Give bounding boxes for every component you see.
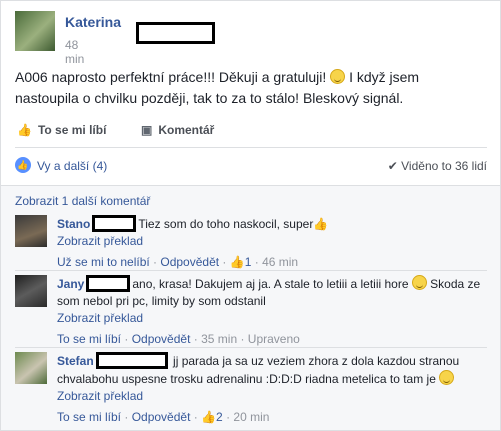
thumbs-up-icon: 👍 — [313, 217, 329, 231]
redaction-box — [136, 22, 215, 44]
commenter-name[interactable]: Stano — [57, 217, 90, 231]
checkmark-icon: ✔ — [387, 159, 402, 173]
reply-link[interactable]: Odpovědět — [160, 255, 219, 269]
redaction-box — [95, 352, 168, 369]
post-actions: 👍 To se mi líbí ▣ Komentář — [15, 120, 487, 140]
commenter-name[interactable]: Stefan — [57, 354, 94, 368]
like-count[interactable]: 2 — [216, 410, 223, 424]
reactions-summary[interactable]: Vy a další (4) — [37, 159, 107, 173]
comment-icon: ▣ — [141, 123, 153, 137]
comment-body: Jany ano, krasa! Dakujem aj ja. A stale t… — [57, 275, 485, 348]
view-more-comments-link[interactable]: Zobrazit 1 další komentář — [15, 194, 150, 208]
author-avatar[interactable] — [15, 11, 55, 51]
comment-time[interactable]: 35 min — [201, 332, 237, 346]
reply-link[interactable]: Odpovědět — [132, 332, 191, 346]
smiley-icon — [411, 275, 427, 290]
post-text: A006 naprosto perfektní práce!!! Děkuji … — [15, 67, 485, 109]
smiley-icon — [439, 370, 455, 385]
thumbs-up-icon: 👍 — [17, 123, 32, 137]
comment-text: Tiez som do toho naskocil, super — [138, 217, 314, 231]
comments-section: Zobrazit 1 další komentář Stano Tiez som … — [1, 186, 500, 430]
edited-label: Upraveno — [247, 332, 300, 346]
commenter-avatar[interactable] — [15, 275, 47, 307]
comment-button-label: Komentář — [158, 123, 215, 137]
smiley-icon — [330, 69, 346, 84]
translate-link[interactable]: Zobrazit překlad — [57, 388, 485, 405]
comment-body: Stefan jj parada ja sa uz veziem zhora z… — [57, 352, 485, 426]
redaction-box — [92, 215, 137, 232]
commenter-avatar[interactable] — [15, 215, 47, 247]
unlike-link[interactable]: Už se mi to nelíbí — [57, 255, 150, 269]
divider — [15, 147, 487, 148]
like-link[interactable]: To se mi líbí — [57, 332, 121, 346]
comment-body: Stano Tiez som do toho naskocil, super👍 Z… — [57, 215, 485, 271]
like-button-label: To se mi líbí — [37, 123, 107, 137]
comment-button[interactable]: ▣ Komentář — [141, 123, 214, 137]
comment-meta: To se mi líbí · Odpovědět · 35 min · Upr… — [57, 332, 300, 346]
commenter-avatar[interactable] — [15, 352, 47, 384]
seen-by-label: Viděno to 36 lidí — [401, 159, 487, 173]
post-text-part-a: A006 naprosto perfektní práce!!! Děkuji … — [15, 69, 331, 85]
reply-link[interactable]: Odpovědět — [132, 410, 191, 424]
reactions-bar: 👍 Vy a další (4) ✔ Viděno to 36 lidí — [15, 157, 487, 175]
author-name[interactable]: Katerina — [65, 14, 121, 30]
like-count-icon: 👍 — [229, 255, 245, 269]
commenter-name[interactable]: Jany — [57, 277, 84, 291]
comment-item: Stano Tiez som do toho naskocil, super👍 Z… — [15, 215, 485, 270]
like-count[interactable]: 1 — [245, 255, 252, 269]
translate-link[interactable]: Zobrazit překlad — [57, 233, 485, 250]
facebook-post-card: Katerina 48 min A006 naprosto perfektní … — [0, 0, 501, 431]
like-count-icon: 👍 — [201, 410, 217, 424]
like-link[interactable]: To se mi líbí — [57, 410, 121, 424]
comment-item: Jany ano, krasa! Dakujem aj ja. A stale t… — [15, 275, 485, 347]
comment-time[interactable]: 20 min — [233, 410, 269, 424]
comment-meta: Už se mi to nelíbí · Odpovědět · 👍1 · 46… — [57, 255, 299, 269]
comment-text-part-a: ano, krasa! Dakujem aj ja. A stale to le… — [132, 277, 412, 291]
translate-link[interactable]: Zobrazit překlad — [57, 310, 485, 327]
comment-item: Stefan jj parada ja sa uz veziem zhora z… — [15, 352, 485, 424]
post-timestamp[interactable]: 48 min — [65, 38, 84, 66]
seen-by[interactable]: ✔ Viděno to 36 lidí — [388, 159, 487, 173]
like-badge-icon: 👍 — [15, 157, 31, 173]
comment-meta: To se mi líbí · Odpovědět · 👍2 · 20 min — [57, 410, 270, 424]
divider — [15, 347, 487, 348]
divider — [15, 270, 487, 271]
redaction-box — [86, 275, 131, 292]
like-button[interactable]: 👍 To se mi líbí — [17, 123, 106, 137]
comment-time[interactable]: 46 min — [262, 255, 298, 269]
